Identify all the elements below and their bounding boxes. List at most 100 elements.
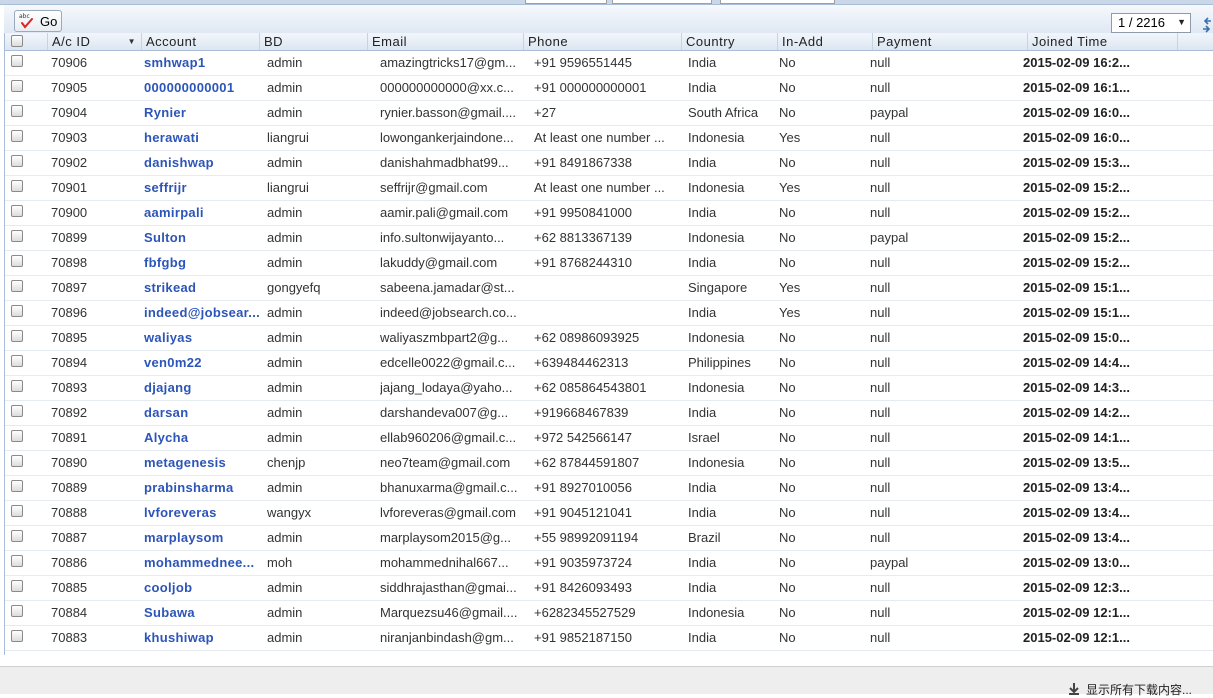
table-row[interactable]: 70885 cooljob admin siddhrajasthan@gmai... +… xyxy=(5,576,1213,601)
cell-account[interactable]: khushiwap xyxy=(144,626,261,650)
table-row[interactable]: 70897 strikead gongyefq sabeena.jamadar@st.… xyxy=(5,276,1213,301)
row-checkbox[interactable] xyxy=(11,155,23,167)
table-row[interactable]: 70886 mohammednee... moh mohammednihal667..… xyxy=(5,551,1213,576)
cell-account[interactable]: lvforeveras xyxy=(144,501,261,525)
col-header-inadd[interactable]: In-Add xyxy=(777,33,872,50)
row-checkbox[interactable] xyxy=(11,505,23,517)
table-row[interactable]: 70896 indeed@jobsear... admin indeed@jobsea… xyxy=(5,301,1213,326)
row-checkbox[interactable] xyxy=(11,605,23,617)
row-checkbox[interactable] xyxy=(11,105,23,117)
cell-country: Indonesia xyxy=(688,230,745,245)
row-checkbox[interactable] xyxy=(11,480,23,492)
table-row[interactable]: 70884 Subawa admin Marquezsu46@gmail.... +62… xyxy=(5,601,1213,626)
filter-field-3[interactable] xyxy=(720,0,835,4)
row-checkbox[interactable] xyxy=(11,280,23,292)
cell-account[interactable]: waliyas xyxy=(144,326,261,350)
table-row[interactable]: 70890 metagenesis chenjp neo7team@gmail.com… xyxy=(5,451,1213,476)
row-checkbox[interactable] xyxy=(11,405,23,417)
table-row[interactable]: 70887 marplaysom admin marplaysom2015@g... +… xyxy=(5,526,1213,551)
table-row[interactable]: 70889 prabinsharma admin bhanuxarma@gmail.c… xyxy=(5,476,1213,501)
row-checkbox[interactable] xyxy=(11,355,23,367)
filter-field-2[interactable] xyxy=(612,0,712,4)
cell-inadd: No xyxy=(779,605,796,620)
table-row[interactable]: 70888 lvforeveras wangyx lvforeveras@gmail.… xyxy=(5,501,1213,526)
cell-account[interactable]: Subawa xyxy=(144,601,261,625)
select-all-checkbox[interactable] xyxy=(11,35,23,47)
cell-id: 70906 xyxy=(51,55,88,70)
filter-field-1[interactable] xyxy=(525,0,607,4)
cell-account[interactable]: aamirpali xyxy=(144,201,261,225)
cell-payment: null xyxy=(870,355,891,370)
cell-account[interactable]: indeed@jobsear... xyxy=(144,301,261,325)
cell-inadd: No xyxy=(779,505,796,520)
table-row[interactable]: 70905 000000000001 admin 000000000000@xx.c.… xyxy=(5,76,1213,101)
table-row[interactable]: 70892 darsan admin darshandeva007@g... +9196… xyxy=(5,401,1213,426)
cell-id: 70899 xyxy=(51,230,88,245)
row-checkbox[interactable] xyxy=(11,255,23,267)
cell-phone: +55 98992091194 xyxy=(534,530,639,545)
cell-account[interactable]: Rynier xyxy=(144,101,261,125)
table-row[interactable]: 70894 ven0m22 admin edcelle0022@gmail.c... +… xyxy=(5,351,1213,376)
row-checkbox[interactable] xyxy=(11,205,23,217)
row-checkbox[interactable] xyxy=(11,555,23,567)
table-row[interactable]: 70891 Alycha admin ellab960206@gmail.c... +9… xyxy=(5,426,1213,451)
cell-account[interactable]: 000000000001 xyxy=(144,76,261,100)
col-header-account[interactable]: Account xyxy=(141,33,259,50)
row-checkbox[interactable] xyxy=(11,380,23,392)
col-header-email[interactable]: Email xyxy=(367,33,523,50)
cell-account[interactable]: Alycha xyxy=(144,426,261,450)
col-header-id[interactable]: A/c ID ▼ xyxy=(47,33,141,50)
cell-account[interactable]: djajang xyxy=(144,376,261,400)
page-select[interactable]: 1 / 2216 ▼ xyxy=(1111,13,1191,33)
show-all-downloads-link[interactable]: 显示所有下载内容... xyxy=(1068,681,1192,698)
row-checkbox[interactable] xyxy=(11,230,23,242)
cell-account[interactable]: danishwap xyxy=(144,151,261,175)
row-checkbox[interactable] xyxy=(11,180,23,192)
cell-email: neo7team@gmail.com xyxy=(380,455,511,470)
cell-account[interactable]: prabinsharma xyxy=(144,476,261,500)
col-header-payment[interactable]: Payment xyxy=(872,33,1027,50)
row-checkbox[interactable] xyxy=(11,55,23,67)
cell-joined: 2015-02-09 16:1... xyxy=(1023,80,1130,95)
cell-account[interactable]: herawati xyxy=(144,126,261,150)
row-checkbox[interactable] xyxy=(11,330,23,342)
row-checkbox[interactable] xyxy=(11,430,23,442)
col-header-country[interactable]: Country xyxy=(681,33,777,50)
cell-account[interactable]: strikead xyxy=(144,276,261,300)
go-button[interactable]: abc Go xyxy=(14,10,62,32)
row-checkbox[interactable] xyxy=(11,530,23,542)
cell-account[interactable]: cooljob xyxy=(144,576,261,600)
row-checkbox[interactable] xyxy=(11,305,23,317)
table-row[interactable]: 70895 waliyas admin waliyaszmbpart2@g... +62… xyxy=(5,326,1213,351)
table-row[interactable]: 70899 Sulton admin info.sultonwijayanto... +… xyxy=(5,226,1213,251)
table-row[interactable]: 70903 herawati liangrui lowongankerjaindone… xyxy=(5,126,1213,151)
cell-account[interactable]: metagenesis xyxy=(144,451,261,475)
row-checkbox[interactable] xyxy=(11,130,23,142)
row-checkbox[interactable] xyxy=(11,455,23,467)
cell-account[interactable]: Sulton xyxy=(144,226,261,250)
table-row[interactable]: 70898 fbfgbg admin lakuddy@gmail.com +91 876… xyxy=(5,251,1213,276)
cell-account[interactable]: marplaysom xyxy=(144,526,261,550)
table-row[interactable]: 70902 danishwap admin danishahmadbhat99... +… xyxy=(5,151,1213,176)
row-checkbox[interactable] xyxy=(11,580,23,592)
cell-account[interactable]: darsan xyxy=(144,401,261,425)
table-row[interactable]: 70906 smhwap1 admin amazingtricks17@gm... +9… xyxy=(5,51,1213,76)
collapse-panel-icon[interactable] xyxy=(1201,17,1213,33)
table-row[interactable]: 70901 seffrijr liangrui seffrijr@gmail.com A… xyxy=(5,176,1213,201)
table-row[interactable]: 70883 khushiwap admin niranjanbindash@gm...… xyxy=(5,626,1213,651)
table-row[interactable]: 70900 aamirpali admin aamir.pali@gmail.com +… xyxy=(5,201,1213,226)
table-row[interactable]: 70893 djajang admin jajang_lodaya@yaho... +6… xyxy=(5,376,1213,401)
cell-joined: 2015-02-09 15:1... xyxy=(1023,305,1130,320)
cell-account[interactable]: mohammednee... xyxy=(144,551,261,575)
col-header-joined[interactable]: Joined Time xyxy=(1027,33,1177,50)
col-header-bd[interactable]: BD xyxy=(259,33,367,50)
col-header-phone[interactable]: Phone xyxy=(523,33,681,50)
cell-account[interactable]: seffrijr xyxy=(144,176,261,200)
table-row[interactable]: 70904 Rynier admin rynier.basson@gmail.... +… xyxy=(5,101,1213,126)
row-checkbox[interactable] xyxy=(11,80,23,92)
row-checkbox[interactable] xyxy=(11,630,23,642)
cell-account[interactable]: ven0m22 xyxy=(144,351,261,375)
cell-account[interactable]: fbfgbg xyxy=(144,251,261,275)
cell-account[interactable]: smhwap1 xyxy=(144,51,261,75)
cell-country: India xyxy=(688,405,717,420)
